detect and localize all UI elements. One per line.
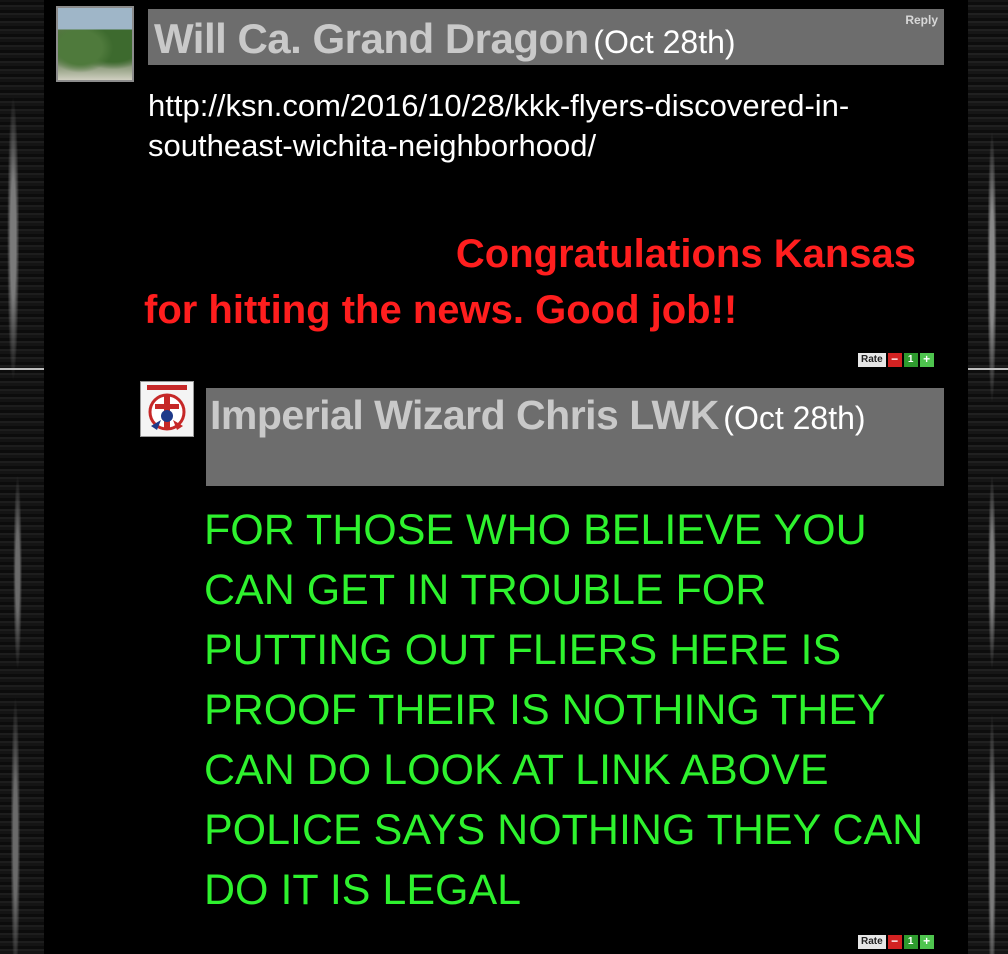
thumbs-up-icon[interactable]: + (919, 353, 934, 367)
divider (968, 368, 1008, 370)
rate-score: 1 (903, 935, 918, 949)
rate-label: Rate (858, 935, 886, 949)
rate-score: 1 (903, 353, 918, 367)
background-photo-right (968, 0, 1008, 954)
emblem-icon (147, 385, 187, 431)
comment-message: Congratulations Kansas for hitting the n… (144, 226, 974, 338)
rate-widget: Rate − 1 + (858, 934, 934, 950)
thumbs-down-icon[interactable]: − (887, 935, 902, 949)
avatar[interactable] (56, 6, 134, 82)
message-line: for hitting the news. Good job!! (144, 288, 738, 332)
message-line: Congratulations Kansas (455, 232, 916, 276)
thumbs-down-icon[interactable]: − (887, 353, 902, 367)
username-link[interactable]: Imperial Wizard Chris LWK (210, 392, 719, 438)
comment-date: (Oct 28th) (723, 400, 866, 436)
comment-header: Will Ca. Grand Dragon (Oct 28th) Reply (148, 9, 944, 65)
thumbs-up-icon[interactable]: + (919, 935, 934, 949)
rate-label: Rate (858, 353, 886, 367)
comment-thread: Will Ca. Grand Dragon (Oct 28th) Reply h… (44, 0, 968, 954)
rate-widget: Rate − 1 + (858, 352, 934, 368)
comment-header: Imperial Wizard Chris LWK (Oct 28th) (206, 388, 944, 486)
comment-message: FOR THOSE WHO BELIEVE YOU CAN GET IN TRO… (204, 506, 924, 914)
divider (0, 368, 44, 370)
background-photo-left (0, 0, 44, 954)
comment-date: (Oct 28th) (593, 24, 736, 60)
avatar[interactable] (140, 381, 194, 437)
comment-link[interactable]: http://ksn.com/2016/10/28/kkk-flyers-dis… (148, 86, 948, 166)
reply-button[interactable]: Reply (905, 13, 938, 27)
username-link[interactable]: Will Ca. Grand Dragon (154, 15, 589, 62)
